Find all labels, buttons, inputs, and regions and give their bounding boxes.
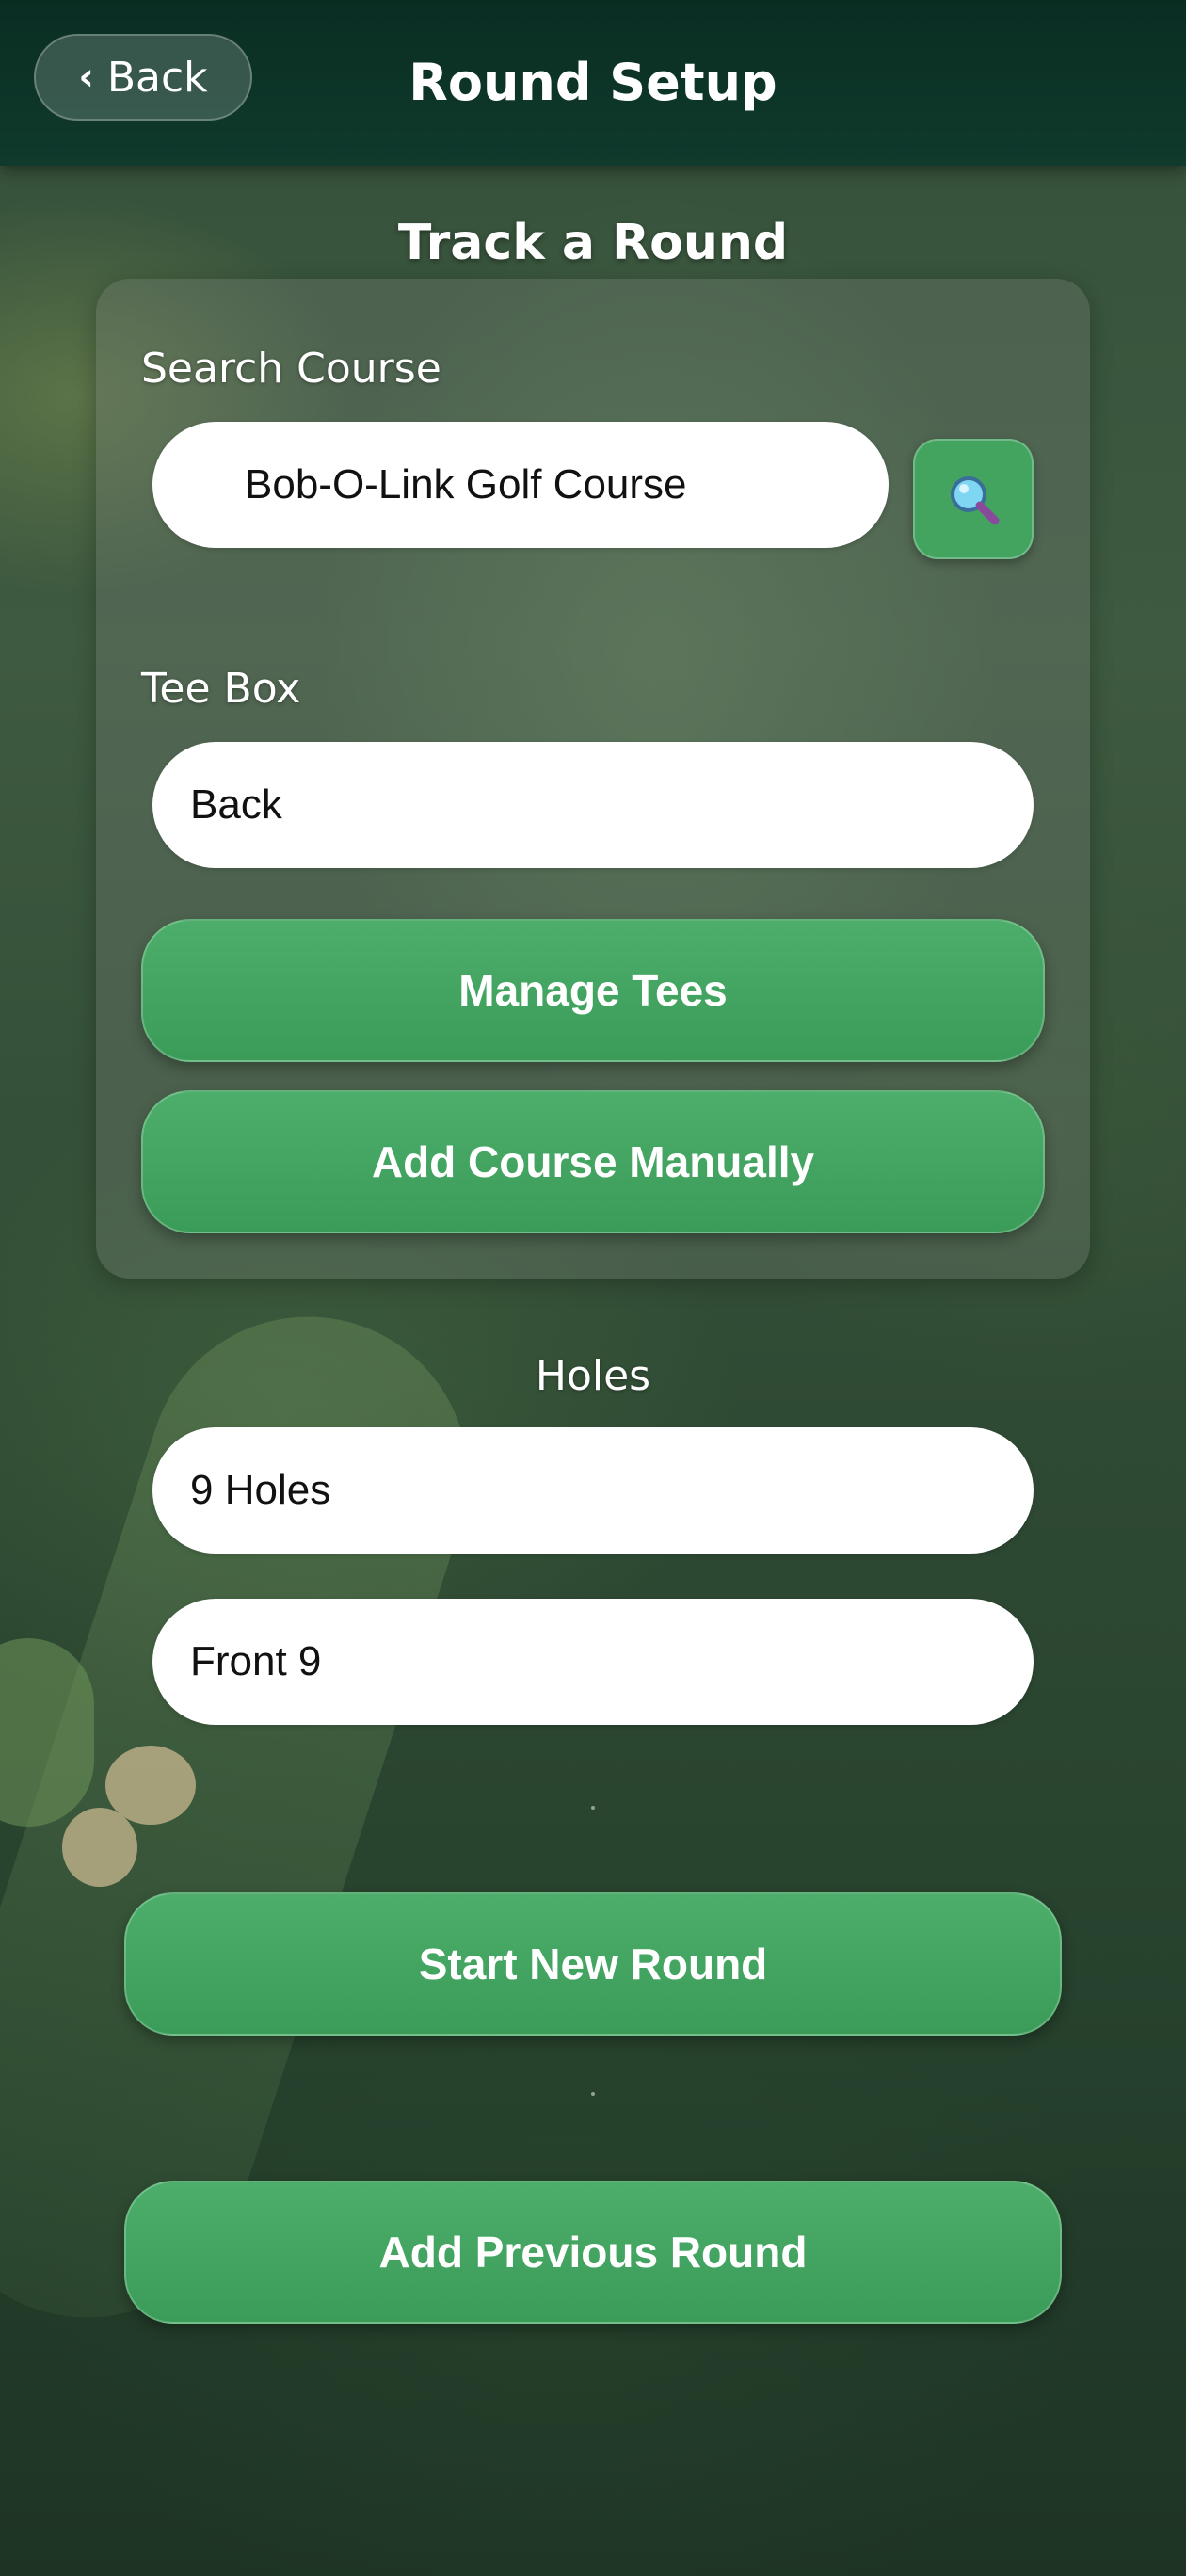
holes-segment-value: Front 9: [190, 1638, 322, 1684]
tee-box-select[interactable]: Back: [152, 742, 1034, 868]
divider-dot: [591, 2092, 595, 2096]
search-button[interactable]: [913, 439, 1034, 559]
tee-box-label: Tee Box: [141, 665, 301, 713]
putting-green-shape: [0, 1638, 94, 1827]
add-previous-round-button[interactable]: Add Previous Round: [124, 2181, 1062, 2324]
search-course-value: Bob-O-Link Golf Course: [245, 461, 687, 507]
app-header: ‹ Back Round Setup: [0, 0, 1186, 166]
bunker-shape: [62, 1808, 137, 1887]
holes-label: Holes: [535, 1352, 651, 1400]
holes-segment-select[interactable]: Front 9: [152, 1599, 1034, 1725]
search-course-label: Search Course: [141, 345, 441, 393]
add-course-manually-button[interactable]: Add Course Manually: [141, 1090, 1045, 1233]
section-title: Track a Round: [397, 215, 789, 271]
search-course-input[interactable]: Bob-O-Link Golf Course: [152, 422, 889, 548]
magnifying-glass-icon: [951, 476, 1000, 525]
tee-box-value: Back: [190, 781, 282, 828]
manage-tees-button[interactable]: Manage Tees: [141, 919, 1045, 1062]
holes-count-value: 9 Holes: [190, 1467, 331, 1513]
page-title: Round Setup: [409, 53, 777, 112]
start-new-round-button[interactable]: Start New Round: [124, 1892, 1062, 2036]
holes-count-select[interactable]: 9 Holes: [152, 1427, 1034, 1554]
divider-dot: [591, 1806, 595, 1810]
bunker-shape: [105, 1746, 196, 1825]
